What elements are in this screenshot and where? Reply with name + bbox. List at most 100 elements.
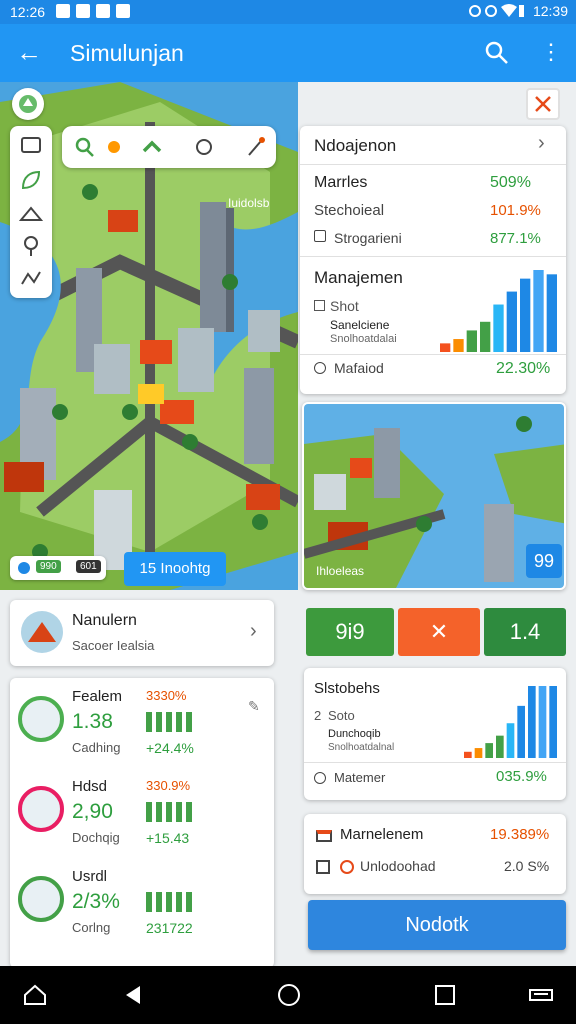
photo-badge[interactable]: 99 bbox=[526, 544, 562, 578]
leaf-icon[interactable] bbox=[19, 168, 43, 192]
app-bar: ← Simulunjan ⋮ bbox=[0, 24, 576, 82]
chevron-right-icon[interactable]: › bbox=[250, 620, 257, 643]
stat-sub-value: +24.4% bbox=[146, 740, 194, 756]
map-area-label: Iuidolsb bbox=[228, 196, 270, 210]
map-info-button[interactable]: 15 Inoohtg bbox=[124, 552, 226, 586]
checkbox-icon[interactable] bbox=[314, 230, 326, 242]
mini-bar bbox=[166, 892, 172, 912]
row-label: Marrles bbox=[314, 174, 368, 191]
chart-bar bbox=[464, 751, 472, 758]
person-search-icon[interactable] bbox=[72, 135, 96, 159]
coin-icon[interactable] bbox=[102, 135, 126, 159]
row-value: 2.0 S% bbox=[504, 858, 550, 874]
stat-value: 2/3% bbox=[72, 890, 120, 913]
mini-bar bbox=[146, 802, 152, 822]
stat-sub: Corlng bbox=[72, 920, 111, 935]
stat-title: Usrdl bbox=[72, 868, 108, 885]
footer-value: 035.9% bbox=[496, 768, 547, 785]
stat-title: Hdsd bbox=[72, 778, 108, 795]
mini-bar bbox=[156, 712, 162, 732]
more-options-icon[interactable]: ⋮ bbox=[540, 38, 562, 66]
back-icon[interactable] bbox=[120, 982, 146, 1008]
stat-sub: Cadhing bbox=[72, 740, 121, 755]
home-circle-icon[interactable] bbox=[276, 982, 302, 1008]
chart-bar bbox=[474, 748, 483, 758]
mini-bar bbox=[186, 802, 192, 822]
mini-bar bbox=[176, 712, 182, 732]
footer-label: Matemer bbox=[334, 770, 386, 785]
circle-icon[interactable] bbox=[192, 135, 216, 159]
brush-icon[interactable] bbox=[244, 135, 268, 159]
map-tool-pill bbox=[62, 126, 276, 168]
row-label: Unlodoohad bbox=[360, 858, 436, 874]
layers-icon[interactable] bbox=[19, 134, 43, 158]
pin-icon[interactable] bbox=[19, 234, 43, 258]
mini-bar bbox=[156, 892, 162, 912]
mini-bar bbox=[176, 892, 182, 912]
stat-row[interactable]: Usrdl 2/3% Corlng 231722 bbox=[10, 868, 274, 954]
tile-value-button[interactable]: 1.4 bbox=[484, 608, 566, 656]
notification-icon bbox=[56, 4, 70, 18]
chart-bar bbox=[549, 686, 557, 758]
mini-bar bbox=[186, 712, 192, 732]
stat-value: 1.38 bbox=[72, 710, 113, 733]
map-toolbar bbox=[10, 126, 52, 298]
primary-action-button[interactable]: Nodotk bbox=[308, 900, 566, 950]
radio-icon[interactable] bbox=[314, 362, 326, 374]
map-legend-chip[interactable]: 990 601 bbox=[10, 556, 106, 580]
stat-percent: 3330% bbox=[146, 688, 187, 703]
mini-bar bbox=[176, 802, 182, 822]
status-bar: 12:26 12:39 bbox=[0, 0, 576, 24]
search-icon[interactable] bbox=[484, 40, 510, 66]
mini-bar bbox=[166, 802, 172, 822]
progress-ring-icon bbox=[18, 696, 64, 742]
profile-card[interactable]: Nanulern Sacoer Iealsia › bbox=[10, 600, 274, 666]
chart-bar bbox=[496, 735, 504, 758]
profile-name: Nanulern bbox=[72, 612, 137, 629]
row-value: 877.1% bbox=[490, 230, 541, 247]
row-value: 509% bbox=[490, 174, 531, 191]
no-entry-icon bbox=[340, 860, 354, 874]
map-badge[interactable] bbox=[12, 88, 44, 120]
terrain-icon[interactable] bbox=[19, 202, 43, 226]
chart-bar bbox=[493, 304, 504, 352]
tile-green-button[interactable]: 9i9 bbox=[306, 608, 394, 656]
photo-card[interactable]: Ihloeleas 99 bbox=[302, 402, 566, 590]
progress-ring-icon bbox=[18, 786, 64, 832]
item-shot: Shot bbox=[330, 298, 359, 314]
chart-bar bbox=[440, 343, 451, 352]
back-arrow-icon[interactable]: ← bbox=[16, 38, 42, 66]
close-button[interactable] bbox=[526, 88, 560, 120]
footer-value: 22.30% bbox=[496, 360, 551, 377]
tile-cancel-button[interactable]: ✕ bbox=[398, 608, 480, 656]
recent-apps-icon[interactable] bbox=[432, 982, 458, 1008]
chevron-right-icon[interactable]: › bbox=[538, 132, 545, 155]
chart-bar bbox=[506, 291, 517, 352]
arrow-up-icon[interactable] bbox=[140, 135, 164, 159]
stat-row[interactable]: Fealem 3330% 1.38 Cadhing +24.4% bbox=[10, 688, 274, 774]
mini-bar bbox=[166, 712, 172, 732]
item-bullet: Snolhoatdalnal bbox=[328, 742, 395, 753]
stat-sub-value: 231722 bbox=[146, 920, 193, 936]
home-icon[interactable] bbox=[22, 982, 48, 1008]
section-title: Manajemen bbox=[314, 268, 403, 287]
photo-label: Ihloeleas bbox=[316, 564, 365, 578]
summary-card: Slstobehs 2 Soto Dunchoqib Snolhoatdalna… bbox=[304, 668, 566, 800]
chart-bar bbox=[517, 705, 525, 758]
keyboard-icon[interactable] bbox=[528, 982, 554, 1008]
stat-row[interactable]: Hdsd 330.9% 2,90 Dochqig +15.43 bbox=[10, 778, 274, 864]
page-title: Simulunjan bbox=[70, 40, 184, 66]
grid-icon bbox=[316, 860, 330, 874]
list-icon bbox=[314, 300, 325, 311]
radio-icon[interactable] bbox=[314, 772, 326, 784]
card-header[interactable]: Ndoajenon bbox=[314, 136, 396, 156]
row-label: Stechoieal bbox=[314, 202, 385, 219]
footer-label: Mafaiod bbox=[334, 360, 384, 376]
chart-bar bbox=[538, 686, 547, 758]
location-pin-icon bbox=[19, 95, 37, 113]
route-icon[interactable] bbox=[19, 266, 43, 290]
status-right: 12:39 bbox=[468, 3, 568, 19]
mini-bar bbox=[186, 892, 192, 912]
avatar bbox=[21, 611, 63, 653]
notification-icon bbox=[116, 4, 130, 18]
